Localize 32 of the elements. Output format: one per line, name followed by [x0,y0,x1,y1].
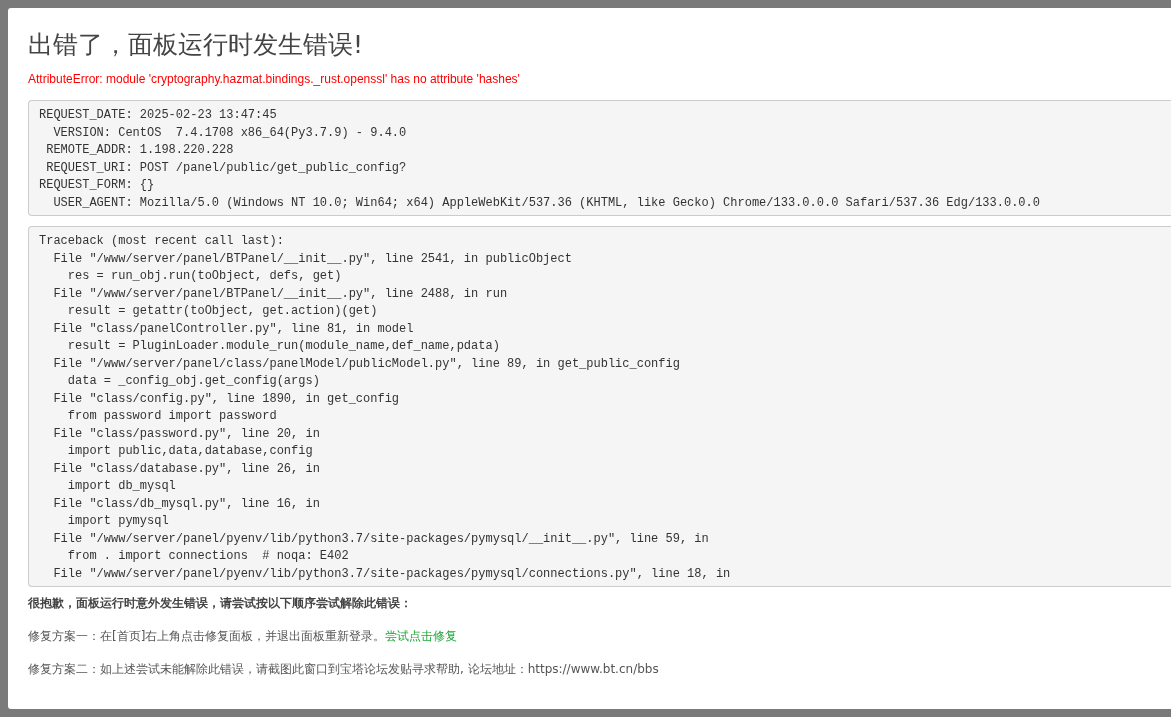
fix-link[interactable]: 尝试点击修复 [385,629,458,643]
code-line: File "/www/server/panel/BTPanel/__init__.py", line 2488, in run [52,286,508,301]
code-line: File "/www/server/panel/pyenv/lib/python3.7/site-packages/pymysql/connections.py", line 18, in [52,566,731,581]
code-line: File "class/panelController.py", line 81, in model [52,321,414,336]
code-line: File "/www/server/panel/BTPanel/__init__.py", line 2541, in publicObject [52,251,572,266]
code-line: REQUEST_DATE: 2025-02-23 13:47:45 [39,108,277,122]
code-line: File "class/db_mysql.py", line 16, in [52,496,320,511]
fix-option-text: 修复方案二：如上述尝试未能解除此错误，请截图此窗口到宝塔论坛发贴寻求帮助, 论坛地址：https://www.bt.cn/bbs [28,662,659,676]
code-line: Traceback (most recent call last): [39,234,284,248]
code-line: File "class/password.py", line 20, in [52,426,320,441]
code-line: import db_mysql [66,479,176,493]
code-line: import pymysql [66,514,169,528]
code-line: USER_AGENT: Mozilla/5.0 (Windows NT 10.0; Win64; x64) AppleWebKit/537.36 (KHTML, like Gecko) Chrome/133.0.0.0 Safari/537.36 Edg/133.0.0.0 [52,195,1040,210]
code-line: data = _config_obj.get_config(args) [66,374,320,388]
code-line: res = run_obj.run(toObject, defs, get) [66,269,342,283]
code-line: File "/www/server/panel/class/panelModel/publicModel.py", line 89, in get_public_config [52,356,680,371]
code-line: REMOTE_ADDR: 1.198.220.228 [45,143,234,157]
code-line: File "/www/server/panel/pyenv/lib/python3.7/site-packages/pymysql/__init__.py", line 59, in [52,531,709,546]
dialog-title: 出错了，面板运行时发生错误! [28,32,365,58]
code-line: import public,data,database,config [66,444,313,458]
code-line: from . import connections # noqa: E402 [66,549,349,563]
help-heading: 很抱歉，面板运行时意外发生错误，请尝试按以下顺序尝试解除此错误： [28,595,413,612]
code-line: VERSION: CentOS 7.4.1708 x86_64(Py3.7.9) - 9.4.0 [52,125,407,140]
code-line: File "class/database.py", line 26, in [52,461,320,476]
code-line: REQUEST_FORM: {} [39,178,155,192]
error-message: AttributeError: module 'cryptography.hazmat.bindings._rust.openssl' has no attribute 'hashes' [28,72,521,86]
fix-option-text: 修复方案一：在[首页]右上角点击修复面板，并退出面板重新登录。 [28,629,386,643]
code-line: result = getattr(toObject, get.action)(get) [66,304,378,318]
code-line: from password import password [66,409,277,423]
code-line: REQUEST_URI: POST /panel/public/get_public_config? [45,160,407,175]
code-line: File "class/config.py", line 1890, in get_config [52,391,400,406]
code-line: result = PluginLoader.module_run(module_name,def_name,pdata) [66,339,500,353]
